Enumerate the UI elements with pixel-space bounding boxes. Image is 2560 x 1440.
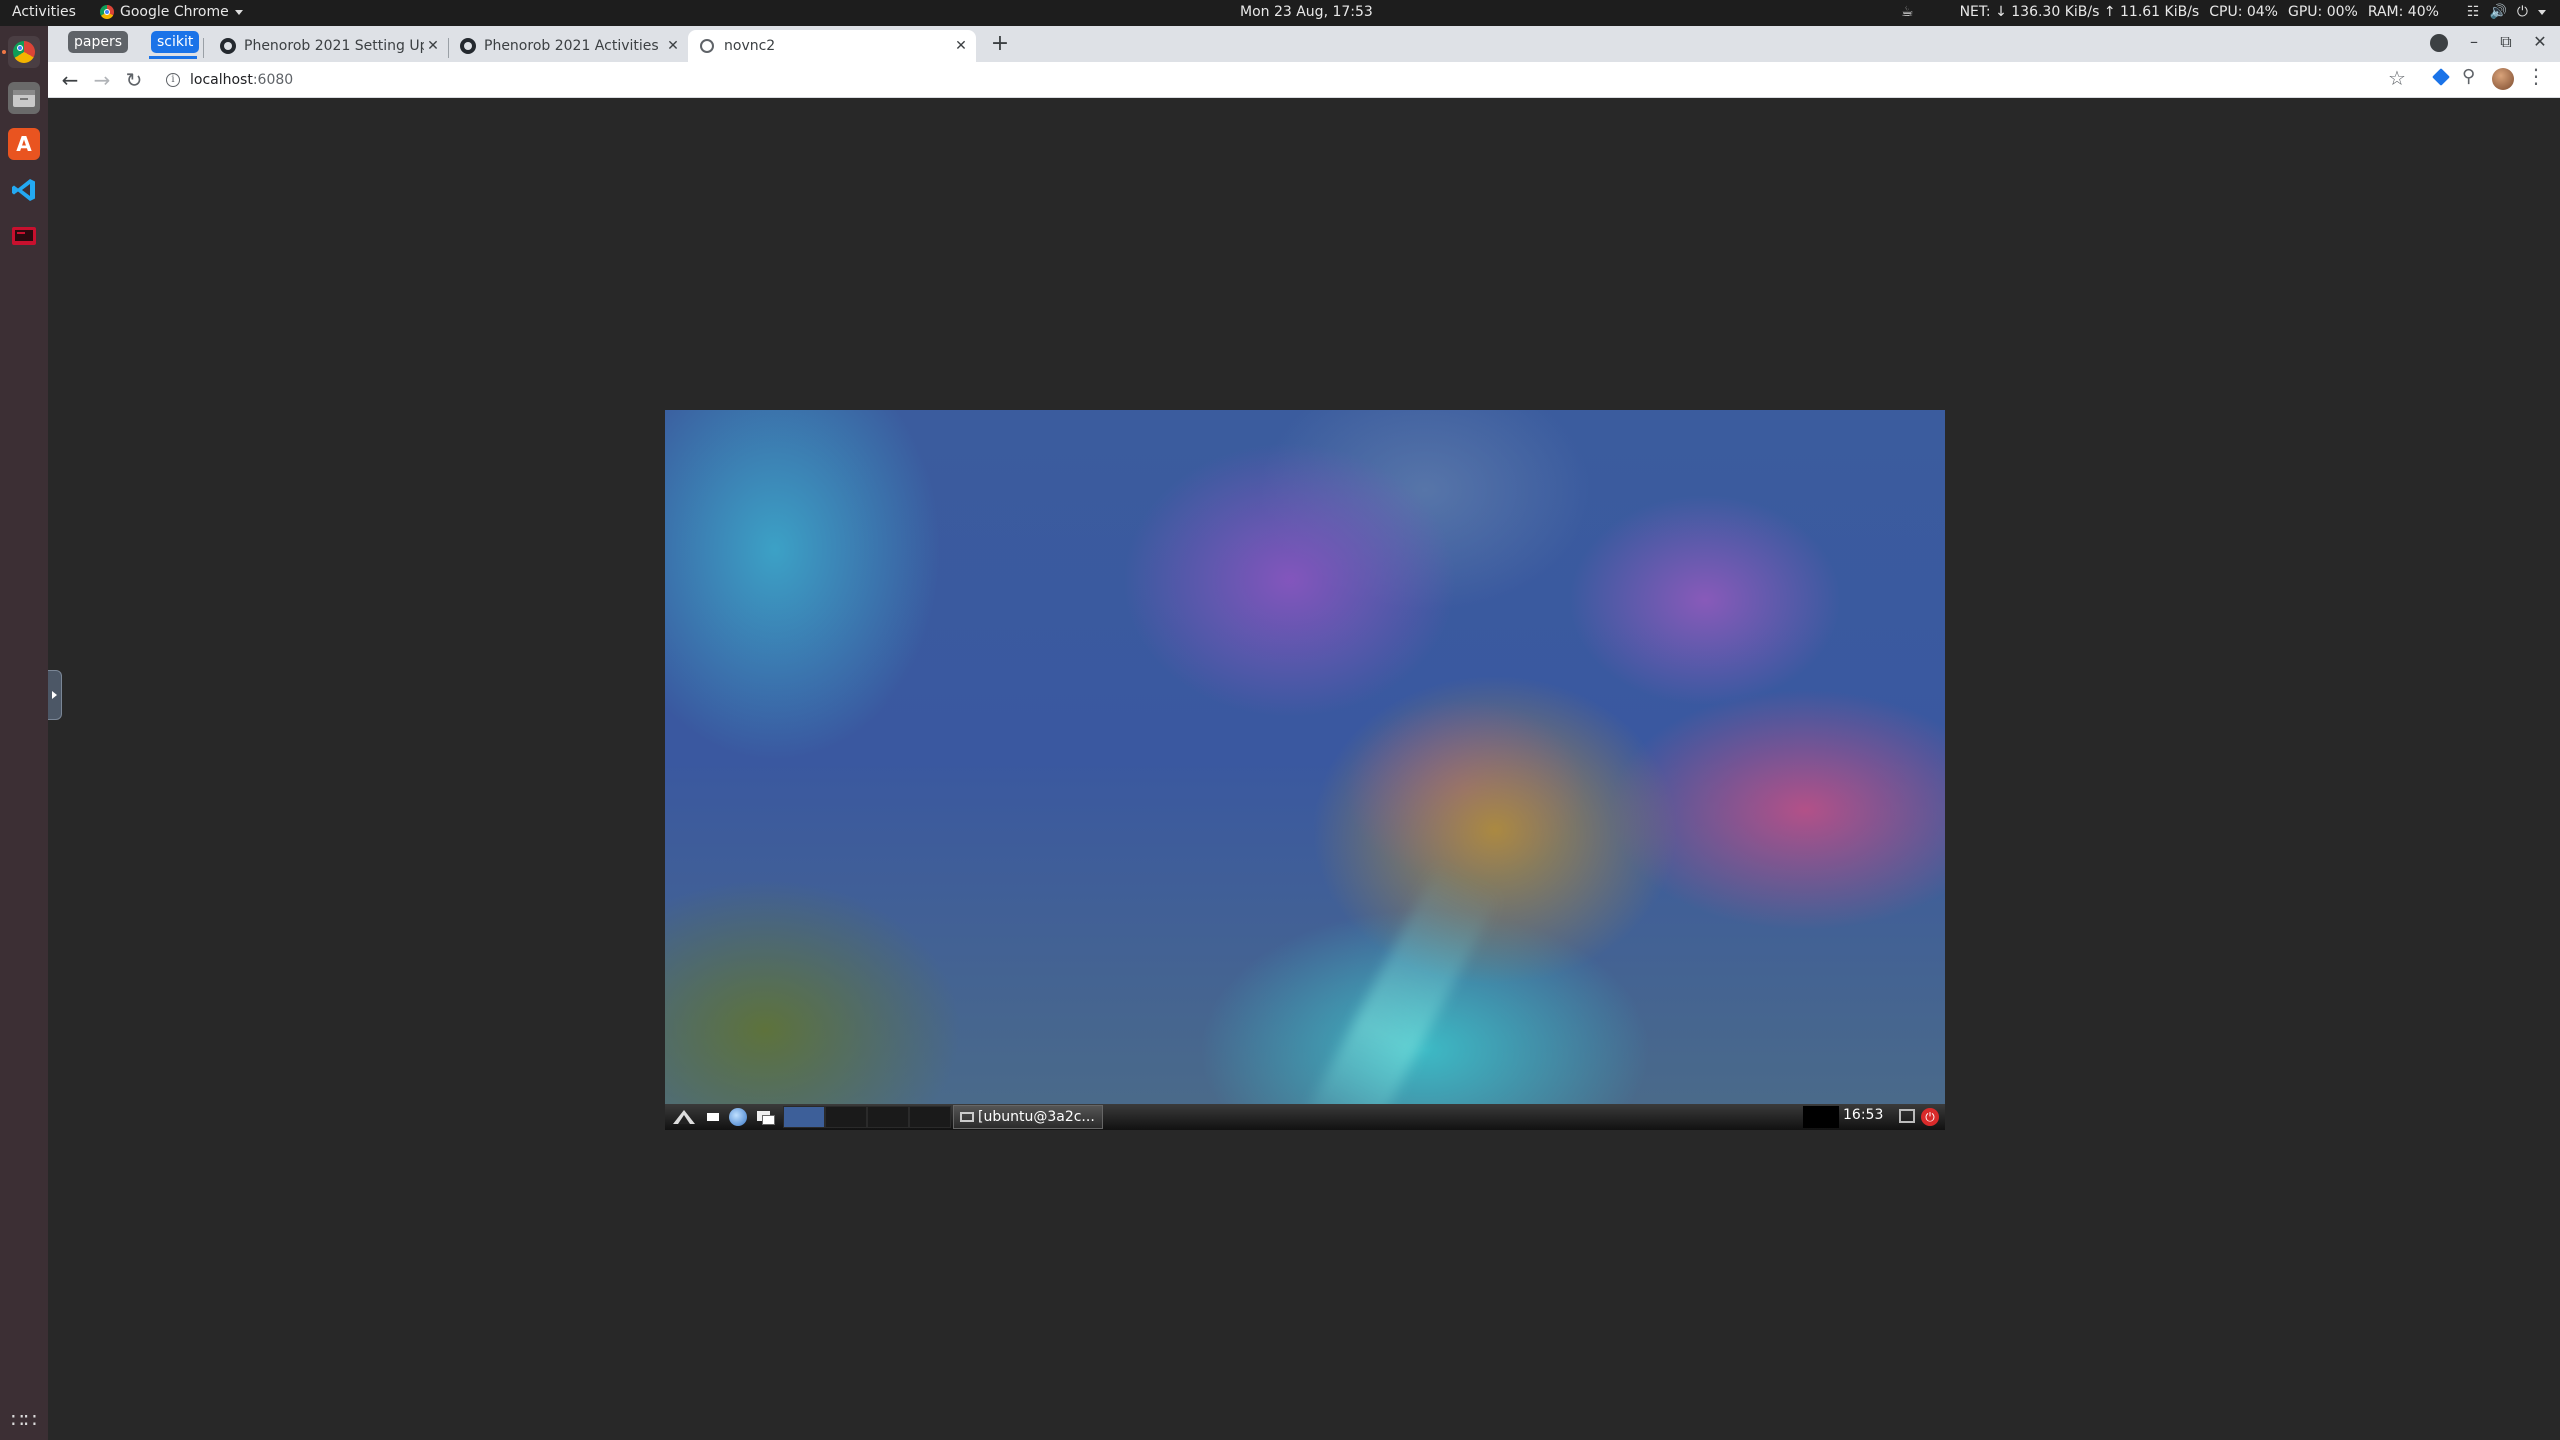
url-port: :6080	[252, 72, 294, 88]
workspace-3[interactable]	[867, 1106, 909, 1128]
ram-monitor: RAM: 40%	[2367, 4, 2439, 20]
close-icon[interactable]: ✕	[424, 38, 442, 54]
dock-chrome[interactable]	[8, 36, 40, 68]
tab-title: Phenorob 2021 Setting Up	[244, 38, 424, 54]
page-content: [ubuntu@3a2c... 16:53 ⏻	[48, 98, 2560, 1440]
remote-desktop-canvas[interactable]: [ubuntu@3a2c... 16:53 ⏻	[665, 410, 1945, 1130]
vscode-icon	[12, 179, 35, 201]
show-applications-button[interactable]: ∷∷	[8, 1404, 40, 1436]
profile-avatar[interactable]	[2492, 68, 2514, 90]
minimize-button[interactable]: –	[2462, 32, 2486, 51]
window-close-button[interactable]: ✕	[2528, 32, 2552, 51]
power-icon[interactable]: ⏻	[2517, 4, 2528, 20]
cpu-monitor: CPU: 04%	[2209, 4, 2278, 20]
tab-search-icon[interactable]	[2430, 34, 2448, 52]
tab-group-underline	[149, 56, 197, 59]
start-menu-icon[interactable]	[667, 1108, 701, 1126]
taskbar-window-button[interactable]: [ubuntu@3a2c...	[953, 1105, 1103, 1129]
running-indicator	[2, 50, 6, 54]
monitor-icon	[960, 1112, 974, 1122]
url-text: localhost:6080	[190, 72, 293, 88]
github-icon	[220, 38, 236, 54]
dock-files[interactable]	[8, 82, 40, 114]
info-icon[interactable]: i	[166, 73, 180, 87]
tab-title: novnc2	[724, 38, 776, 54]
remote-wallpaper	[665, 410, 1945, 1130]
terminal-launcher-icon[interactable]	[705, 1108, 723, 1126]
workspace-pager	[783, 1106, 951, 1128]
activities-button[interactable]: Activities	[12, 4, 76, 20]
coffee-icon[interactable]: ☕	[1901, 4, 1914, 20]
app-menu-label: Google Chrome	[120, 4, 229, 20]
extensions-puzzle-icon[interactable]: ⚲	[2462, 66, 2475, 87]
net-monitor: NET: ↓ 136.30 KiB/s ↑ 11.61 KiB/s	[1959, 4, 2200, 20]
taskbar-window-label: [ubuntu@3a2c...	[978, 1109, 1095, 1125]
tab-group-papers[interactable]: papers	[68, 31, 129, 53]
chevron-down-icon	[234, 9, 243, 15]
menu-arrow-icon[interactable]	[2538, 9, 2546, 15]
chrome-icon	[100, 5, 114, 19]
cpu-graph	[1803, 1106, 1839, 1128]
back-button[interactable]: ←	[56, 66, 84, 94]
browser-launcher-icon[interactable]	[729, 1108, 747, 1126]
grid-icon: ∷∷	[11, 1408, 37, 1432]
address-bar[interactable]: i localhost:6080	[156, 66, 2436, 94]
browser-toolbar: ← → ↻ i localhost:6080 ☆ ⚲ ⋮	[48, 62, 2560, 98]
dock-vscode[interactable]	[8, 174, 40, 206]
tab-title: Phenorob 2021 Activities	[484, 38, 659, 54]
volume-icon[interactable]: 🔊	[2489, 4, 2506, 20]
tab-novnc2[interactable]: novnc2 ✕	[688, 30, 976, 62]
close-icon[interactable]: ✕	[952, 38, 970, 54]
workspace-4[interactable]	[909, 1106, 951, 1128]
globe-icon	[700, 39, 714, 53]
novnc-control-bar-handle[interactable]	[48, 670, 62, 720]
forward-button[interactable]: →	[88, 66, 116, 94]
maximize-button[interactable]: ⧉	[2494, 32, 2518, 52]
new-tab-button[interactable]: +	[986, 30, 1014, 58]
system-top-bar: Activities Google Chrome Mon 23 Aug, 17:…	[0, 0, 2560, 26]
system-clock[interactable]: Mon 23 Aug, 17:53	[1240, 4, 1373, 20]
bookmark-star-icon[interactable]: ☆	[2388, 66, 2406, 90]
tab-strip: papers scikit Phenorob 2021 Setting Up ✕…	[48, 26, 2560, 62]
tab-phenorob-activities[interactable]: Phenorob 2021 Activities ✕	[448, 30, 688, 62]
dock-terminal[interactable]	[8, 220, 40, 252]
close-icon[interactable]: ✕	[664, 38, 682, 54]
workspace-1[interactable]	[783, 1106, 825, 1128]
tab-separator	[203, 38, 204, 58]
remote-taskbar: [ubuntu@3a2c... 16:53 ⏻	[665, 1104, 1945, 1130]
gpu-monitor: GPU: 00%	[2287, 4, 2358, 20]
dock-ubuntu-software[interactable]: A	[8, 128, 40, 160]
files-icon	[13, 90, 35, 107]
system-tray: ☕ NET: ↓ 136.30 KiB/s ↑ 11.61 KiB/s CPU:…	[1901, 4, 2546, 20]
tab-phenorob-setting-up[interactable]: Phenorob 2021 Setting Up ✕	[208, 30, 448, 62]
show-desktop-icon[interactable]	[755, 1108, 777, 1126]
dock: A ∷∷	[0, 26, 48, 1440]
software-bag-icon: A	[16, 132, 32, 156]
tab-group-scikit[interactable]: scikit	[151, 31, 200, 53]
network-status-icon[interactable]	[1899, 1109, 1915, 1123]
wallpaper-light-beam	[1298, 861, 1502, 1130]
reload-button[interactable]: ↻	[120, 66, 148, 94]
network-icon[interactable]: ☷	[2467, 4, 2480, 20]
url-host: localhost	[190, 72, 253, 88]
screen-recorder-icon	[12, 227, 36, 245]
github-icon	[460, 38, 476, 54]
workspace-2[interactable]	[825, 1106, 867, 1128]
app-menu[interactable]: Google Chrome	[100, 4, 243, 20]
chrome-icon	[13, 41, 35, 63]
more-menu-icon[interactable]: ⋮	[2526, 64, 2546, 88]
logout-power-icon[interactable]: ⏻	[1921, 1108, 1939, 1126]
remote-clock[interactable]: 16:53	[1843, 1107, 1883, 1123]
